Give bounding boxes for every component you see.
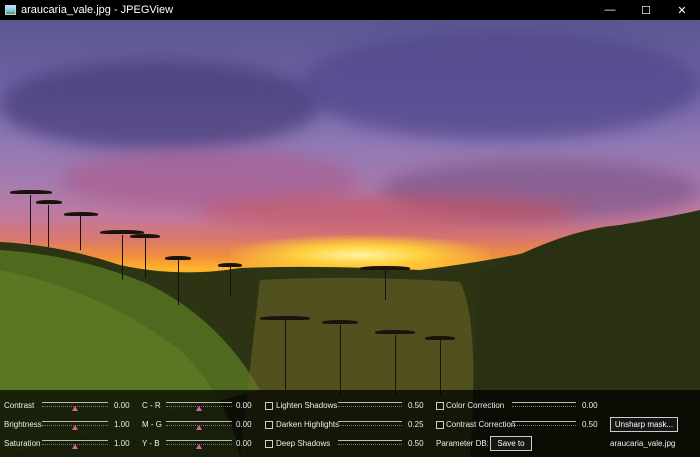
lighten-shadows-value: 0.50: [408, 401, 424, 410]
tree: [425, 336, 455, 340]
contrast-correction-label: Contrast Correction: [446, 420, 516, 429]
darken-highlights-checkbox[interactable]: [265, 421, 273, 429]
m-g-value: 0.00: [236, 420, 252, 429]
lighten-shadows-slider[interactable]: [338, 402, 402, 410]
tree: [340, 325, 341, 395]
tree: [30, 195, 31, 243]
maximize-icon: ☐: [641, 4, 651, 17]
tree: [440, 340, 441, 395]
deep-shadows-value: 0.50: [408, 439, 424, 448]
color-correction-label: Color Correction: [446, 401, 505, 410]
tree: [385, 270, 386, 300]
saturation-label: Saturation: [4, 439, 41, 448]
maximize-button[interactable]: ☐: [628, 0, 664, 20]
darken-highlights-value: 0.25: [408, 420, 424, 429]
c-r-slider[interactable]: [166, 402, 232, 411]
slider-thumb[interactable]: [72, 425, 78, 430]
deep-shadows-checkbox[interactable]: [265, 440, 273, 448]
image-app-icon: [5, 5, 16, 15]
contrast-correction-checkbox[interactable]: [436, 421, 444, 429]
tree: [322, 320, 358, 324]
tree: [360, 266, 410, 270]
tree: [165, 256, 191, 260]
window-title: araucaria_vale.jpg - JPEGView: [21, 4, 174, 16]
m-g-label: M - G: [142, 420, 162, 429]
save-to-button[interactable]: Save to: [490, 436, 532, 451]
contrast-label: Contrast: [4, 401, 35, 410]
tree: [395, 335, 396, 395]
slider-thumb[interactable]: [72, 444, 78, 449]
tree: [10, 190, 52, 194]
saturation-value: 1.00: [114, 439, 130, 448]
tree: [64, 212, 98, 216]
tree: [218, 263, 242, 267]
lighten-shadows-label: Lighten Shadows: [276, 401, 338, 410]
brightness-label: Brightness: [4, 420, 42, 429]
tree: [285, 320, 286, 390]
y-b-slider[interactable]: [166, 440, 232, 449]
contrast-correction-value: 0.50: [582, 420, 598, 429]
y-b-label: Y - B: [142, 439, 160, 448]
close-icon: ✕: [677, 4, 687, 17]
tree: [36, 200, 62, 204]
darken-highlights-label: Darken Highlights: [276, 420, 340, 429]
parameter-db-label: Parameter DB:: [436, 439, 489, 448]
tree: [80, 215, 81, 250]
lighten-shadows-checkbox[interactable]: [265, 402, 273, 410]
tree: [122, 235, 123, 280]
deep-shadows-slider[interactable]: [338, 440, 402, 448]
color-correction-value: 0.00: [582, 401, 598, 410]
tree: [375, 330, 415, 334]
color-correction-checkbox[interactable]: [436, 402, 444, 410]
c-r-value: 0.00: [236, 401, 252, 410]
brightness-value: 1.00: [114, 420, 130, 429]
unsharp-mask-button[interactable]: Unsharp mask...: [610, 417, 678, 432]
minimize-button[interactable]: —: [592, 0, 628, 20]
m-g-slider[interactable]: [166, 421, 232, 430]
slider-thumb[interactable]: [196, 425, 202, 430]
minimize-icon: —: [604, 4, 616, 16]
brightness-slider[interactable]: [42, 421, 108, 430]
contrast-value: 0.00: [114, 401, 130, 410]
title-bar: araucaria_vale.jpg - JPEGView — ☐ ✕: [0, 0, 700, 20]
slider-thumb[interactable]: [196, 406, 202, 411]
tree: [130, 234, 160, 238]
deep-shadows-label: Deep Shadows: [276, 439, 331, 448]
tree: [178, 260, 179, 305]
y-b-value: 0.00: [236, 439, 252, 448]
filename-label: araucaria_vale.jpg: [610, 439, 676, 448]
tree: [145, 238, 146, 278]
tree: [260, 316, 310, 320]
darken-highlights-slider[interactable]: [338, 421, 402, 429]
slider-thumb[interactable]: [196, 444, 202, 449]
tree: [230, 267, 231, 297]
c-r-label: C - R: [142, 401, 161, 410]
contrast-slider[interactable]: [42, 402, 108, 411]
slider-thumb[interactable]: [72, 406, 78, 411]
contrast-correction-slider[interactable]: [512, 421, 576, 429]
adjustment-panel: Contrast 0.00 Brightness 1.00 Saturation…: [0, 390, 700, 457]
tree: [48, 205, 49, 247]
saturation-slider[interactable]: [42, 440, 108, 449]
color-correction-slider[interactable]: [512, 402, 576, 410]
close-button[interactable]: ✕: [664, 0, 700, 20]
